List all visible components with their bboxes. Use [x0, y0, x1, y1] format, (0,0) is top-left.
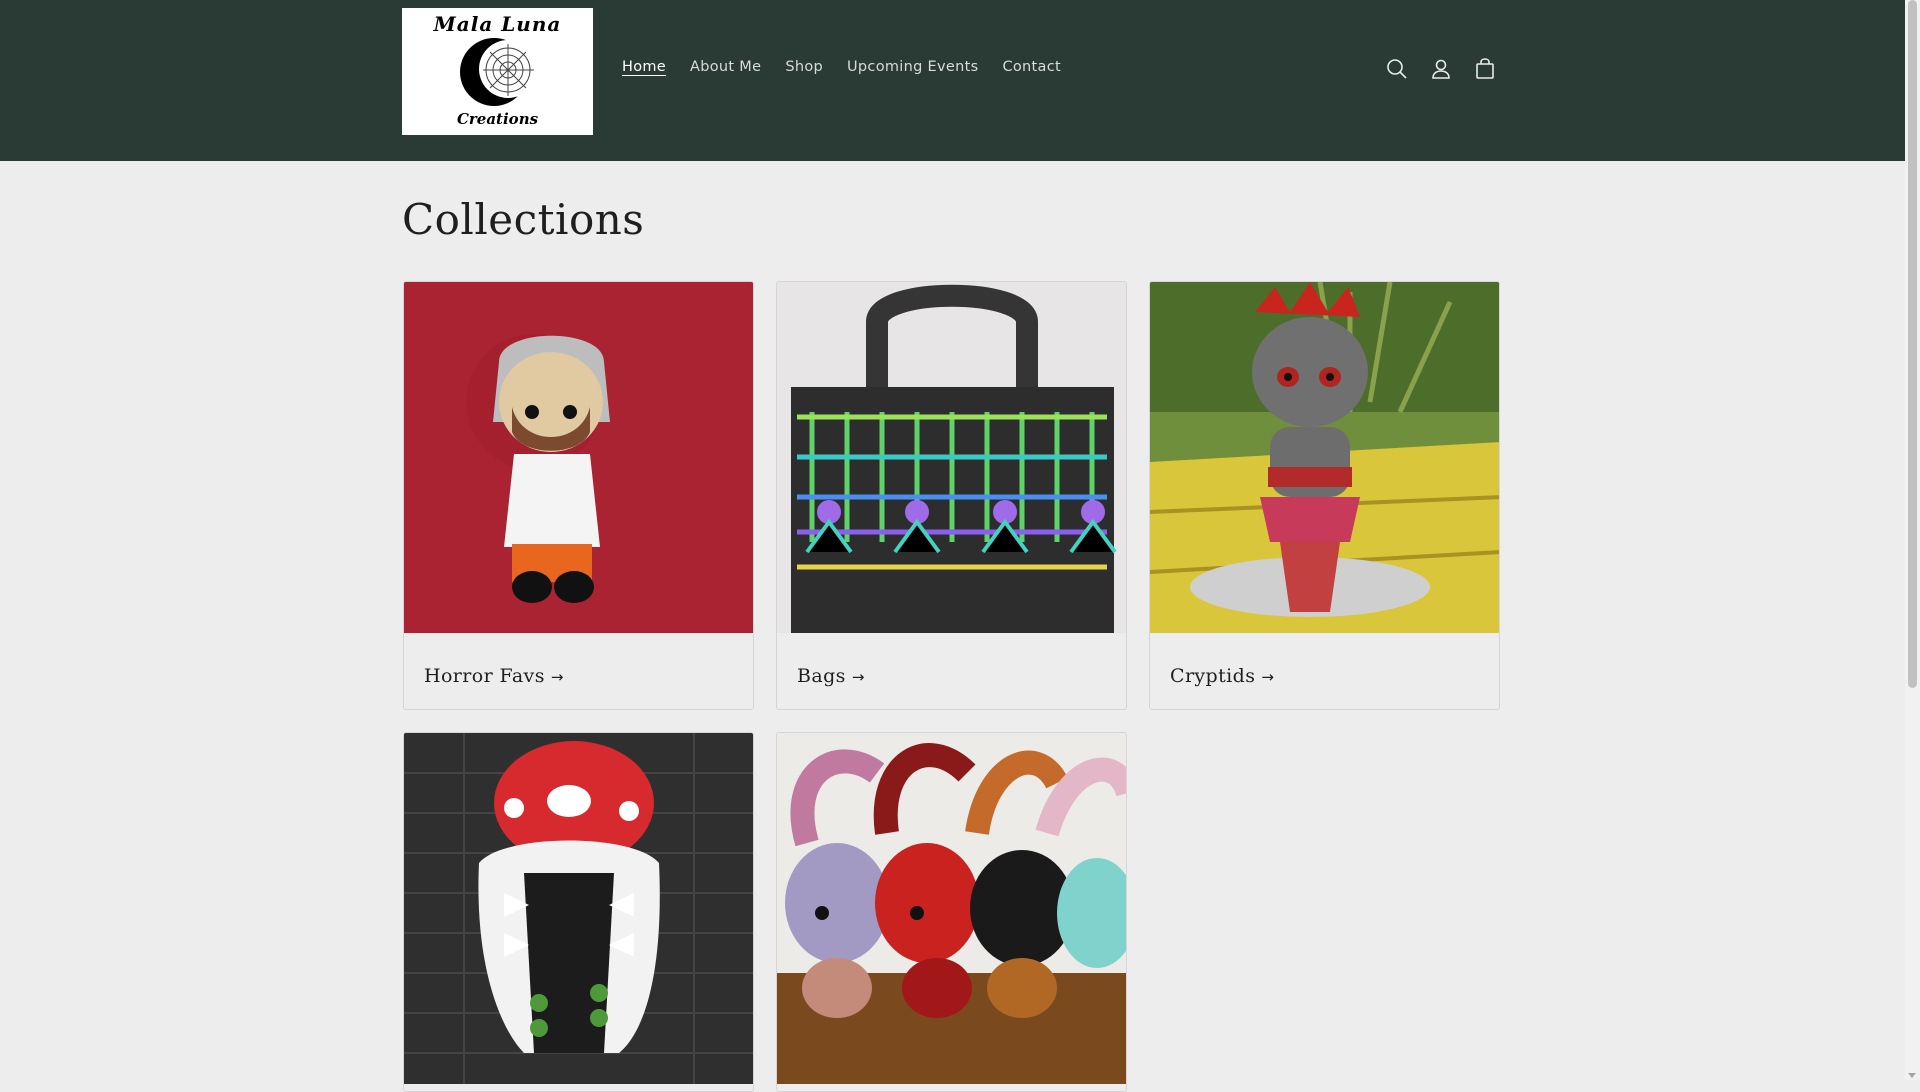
- moon-web-icon: [460, 38, 537, 106]
- scroll-down-arrow-icon[interactable]: [1908, 1073, 1916, 1078]
- collection-card-horror-favs[interactable]: Horror Favs →: [403, 281, 754, 710]
- logo-text-top: Mala Luna: [433, 12, 562, 36]
- scrollbar-thumb[interactable]: [1908, 0, 1917, 688]
- page-title: Collections: [402, 195, 645, 244]
- nav-shop[interactable]: Shop: [785, 59, 823, 83]
- collection-image[interactable]: [404, 282, 753, 633]
- nav-upcoming-events[interactable]: Upcoming Events: [847, 59, 978, 83]
- collection-title[interactable]: Horror Favs →: [424, 665, 564, 687]
- collection-card[interactable]: [403, 732, 754, 1092]
- collection-card-bags[interactable]: Bags →: [776, 281, 1127, 710]
- account-icon[interactable]: [1427, 55, 1455, 83]
- arrow-right-icon: →: [550, 668, 564, 686]
- collection-title[interactable]: Cryptids →: [1170, 665, 1274, 687]
- logo-text-bottom: Creations: [456, 110, 539, 128]
- collection-title[interactable]: Bags →: [797, 665, 865, 687]
- arrow-right-icon: →: [1261, 668, 1275, 686]
- nav-contact[interactable]: Contact: [1002, 59, 1061, 83]
- collection-image[interactable]: [777, 733, 1126, 1084]
- arrow-right-icon: →: [851, 668, 865, 686]
- site-header: Mala Luna Creations Home About Me Shop U…: [0, 0, 1905, 161]
- nav-home[interactable]: Home: [622, 59, 666, 83]
- search-icon[interactable]: [1383, 55, 1411, 83]
- collection-card-cryptids[interactable]: Cryptids →: [1149, 281, 1500, 710]
- collection-card[interactable]: [776, 732, 1127, 1092]
- collection-image[interactable]: [1150, 282, 1499, 633]
- collection-image[interactable]: [777, 282, 1126, 633]
- collection-image[interactable]: [404, 733, 753, 1084]
- site-logo[interactable]: Mala Luna Creations: [402, 8, 593, 135]
- main-nav: Home About Me Shop Upcoming Events Conta…: [622, 59, 1085, 83]
- page-scrollbar[interactable]: [1905, 0, 1920, 1080]
- nav-about-me[interactable]: About Me: [690, 59, 761, 83]
- cart-icon[interactable]: [1471, 55, 1499, 83]
